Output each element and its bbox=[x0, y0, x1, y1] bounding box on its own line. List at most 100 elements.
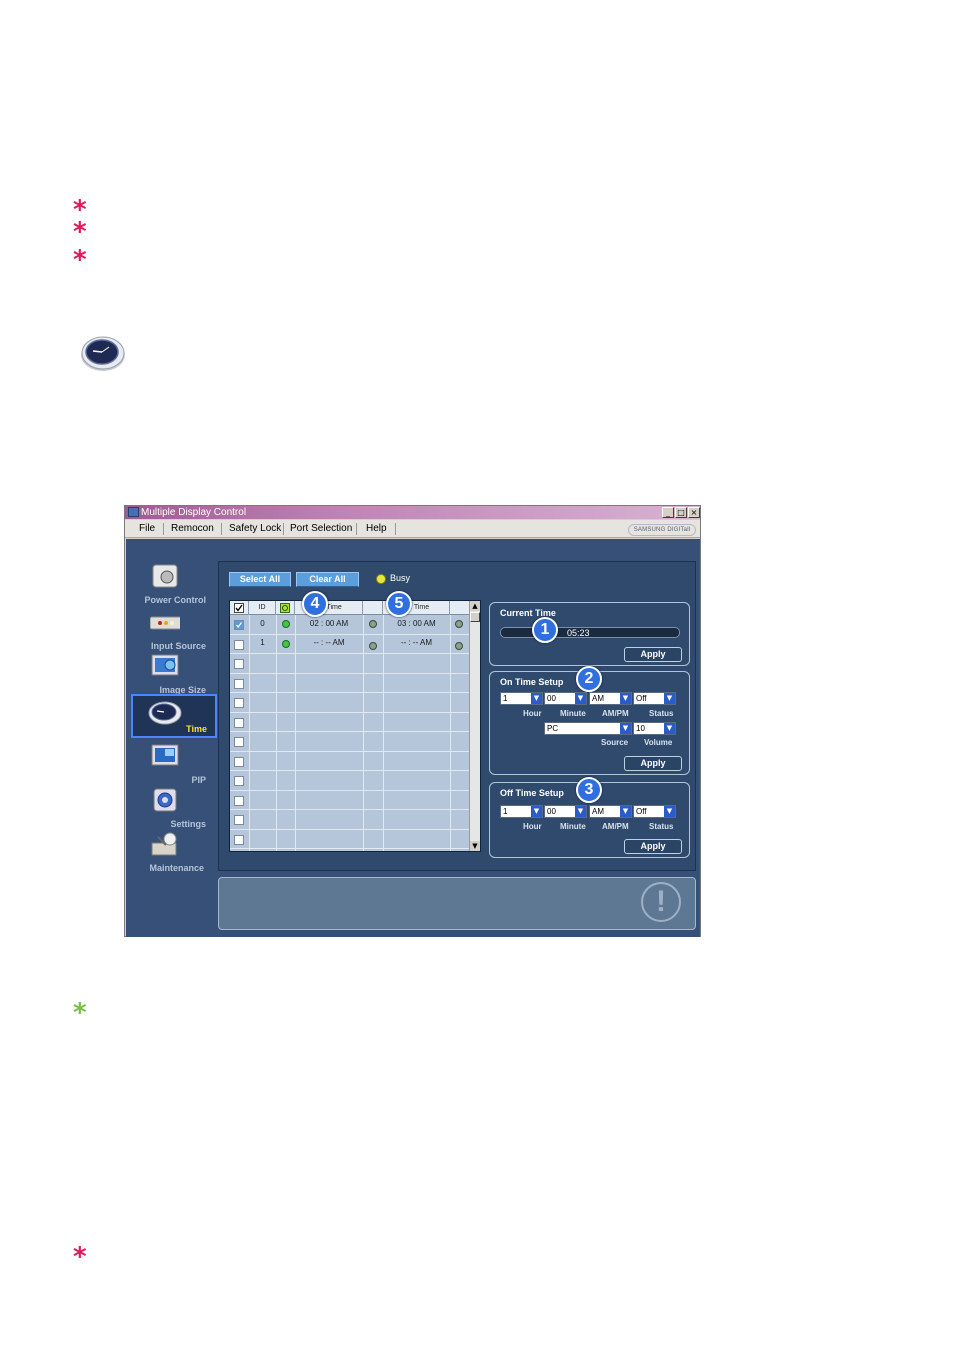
row-id: 0 bbox=[260, 619, 265, 628]
status-green-icon bbox=[282, 639, 290, 648]
sidebar-item-power-control[interactable]: Power Control bbox=[126, 563, 220, 607]
grid-scrollbar[interactable]: ▲ ▼ bbox=[469, 601, 480, 851]
table-row[interactable]: 0 02 : 00 AM 03 : 00 AM bbox=[230, 615, 470, 635]
sidebar-item-label: Maintenance bbox=[149, 863, 204, 873]
on-status-label: Status bbox=[649, 709, 674, 718]
header-on-time-flag bbox=[363, 601, 383, 615]
off-status-select[interactable]: Off ▼ bbox=[633, 805, 676, 818]
menu-remocon[interactable]: Remocon bbox=[171, 520, 214, 538]
row-checkbox[interactable] bbox=[234, 678, 244, 689]
chevron-down-icon: ▼ bbox=[664, 723, 675, 734]
image-size-icon bbox=[151, 654, 179, 676]
sidebar-item-settings[interactable]: Settings bbox=[126, 787, 220, 831]
client-area: Power Control Input Source Image Size Ti… bbox=[126, 539, 700, 937]
power-control-icon bbox=[152, 564, 178, 588]
chevron-down-icon: ▼ bbox=[664, 693, 675, 704]
on-minute-select[interactable]: 00 ▼ bbox=[544, 692, 587, 705]
close-button[interactable]: × bbox=[688, 507, 700, 518]
menu-safety-lock[interactable]: Safety Lock bbox=[229, 520, 281, 538]
display-grid: ID On Time Off Time 0 02: 00 AM 03: 00… bbox=[229, 600, 481, 852]
header-id: ID bbox=[249, 601, 276, 615]
row-checkbox[interactable] bbox=[234, 815, 244, 825]
header-status bbox=[276, 601, 295, 615]
menu-help[interactable]: Help bbox=[366, 520, 387, 538]
off-time-apply-button[interactable]: Apply bbox=[624, 839, 682, 854]
row-checkbox[interactable] bbox=[234, 717, 244, 728]
on-time-setup-title: On Time Setup bbox=[500, 677, 564, 687]
table-row[interactable] bbox=[230, 791, 470, 810]
on-hour-select[interactable]: 1 ▼ bbox=[500, 692, 543, 705]
row-checkbox[interactable] bbox=[234, 756, 244, 767]
sidebar-item-time[interactable]: Time bbox=[131, 694, 217, 738]
row-checkbox[interactable] bbox=[234, 620, 244, 630]
off-hour-label: Hour bbox=[523, 822, 542, 831]
row-checkbox[interactable] bbox=[234, 737, 244, 747]
current-time-display: 05:23 bbox=[500, 627, 680, 638]
row-checkbox[interactable] bbox=[234, 639, 244, 650]
menu-file[interactable]: File bbox=[139, 520, 155, 538]
chevron-down-icon: ▼ bbox=[575, 693, 586, 704]
sidebar-item-label: Time bbox=[186, 724, 207, 734]
row-checkbox[interactable] bbox=[234, 834, 244, 845]
on-time-apply-button[interactable]: Apply bbox=[624, 756, 682, 771]
scroll-up-icon[interactable]: ▲ bbox=[470, 601, 480, 611]
table-row[interactable] bbox=[230, 654, 470, 674]
title-bar[interactable]: Multiple Display Control _ □ × bbox=[125, 506, 700, 519]
sidebar-item-image-size[interactable]: Image Size bbox=[126, 653, 220, 697]
menu-port-selection[interactable]: Port Selection bbox=[290, 520, 352, 538]
row-checkbox[interactable] bbox=[234, 776, 244, 786]
menu-separator bbox=[163, 523, 164, 535]
header-select-all-checkbox[interactable] bbox=[230, 601, 249, 615]
input-source-icon bbox=[150, 616, 180, 630]
note-asterisk: * bbox=[73, 1242, 87, 1272]
table-row[interactable]: 1 -- : -- AM -- : -- AM bbox=[230, 635, 470, 654]
on-hour-label: Hour bbox=[523, 709, 542, 718]
clear-all-button[interactable]: Clear All bbox=[296, 572, 359, 587]
on-ampm-select[interactable]: AM ▼ bbox=[589, 692, 632, 705]
table-row[interactable] bbox=[230, 810, 470, 830]
table-row[interactable] bbox=[230, 830, 470, 849]
grid-header: ID On Time Off Time bbox=[230, 601, 470, 615]
table-row[interactable] bbox=[230, 713, 470, 732]
scroll-thumb[interactable] bbox=[470, 612, 480, 622]
table-row[interactable] bbox=[230, 771, 470, 791]
on-volume-select[interactable]: 10 ▼ bbox=[633, 722, 676, 735]
sidebar-item-maintenance[interactable]: Maintenance bbox=[126, 831, 220, 875]
menu-separator bbox=[356, 523, 357, 535]
row-id: 1 bbox=[260, 637, 265, 647]
off-time-setup-title: Off Time Setup bbox=[500, 788, 564, 798]
minimize-button[interactable]: _ bbox=[662, 507, 674, 518]
on-source-select[interactable]: PC ▼ bbox=[544, 722, 632, 735]
off-ampm-select[interactable]: AM ▼ bbox=[589, 805, 632, 818]
header-off-time-flag bbox=[450, 601, 470, 615]
checkbox-checked-icon bbox=[234, 603, 244, 613]
status-icon bbox=[280, 603, 290, 613]
table-row[interactable] bbox=[230, 693, 470, 713]
off-time-setup-group: Off Time Setup 3 1 ▼ 00 ▼ AM ▼ Off ▼ Hour Mi… bbox=[489, 777, 690, 858]
maintenance-icon bbox=[151, 832, 177, 856]
table-row[interactable] bbox=[230, 732, 470, 752]
table-row[interactable] bbox=[230, 752, 470, 771]
sidebar-item-input-source[interactable]: Input Source bbox=[126, 609, 220, 653]
samsung-logo: SAMSUNG DIGITall bbox=[628, 524, 696, 536]
checkbox-checked-icon bbox=[235, 621, 243, 629]
on-volume-label: Volume bbox=[644, 738, 673, 747]
row-checkbox[interactable] bbox=[234, 659, 244, 669]
settings-icon bbox=[153, 788, 177, 812]
sidebar-item-pip[interactable]: PIP bbox=[126, 743, 220, 787]
note-asterisk: * bbox=[73, 217, 87, 247]
table-row[interactable] bbox=[230, 674, 470, 693]
maximize-button[interactable]: □ bbox=[675, 507, 687, 518]
scroll-down-icon[interactable]: ▼ bbox=[470, 841, 480, 851]
off-minute-select[interactable]: 00 ▼ bbox=[544, 805, 587, 818]
row-checkbox[interactable] bbox=[234, 795, 244, 806]
row-checkbox[interactable] bbox=[234, 698, 244, 708]
pip-icon bbox=[151, 744, 179, 766]
off-hour-select[interactable]: 1 ▼ bbox=[500, 805, 543, 818]
on-status-select[interactable]: Off ▼ bbox=[633, 692, 676, 705]
select-all-button[interactable]: Select All bbox=[229, 572, 291, 587]
callout-badge-4: 4 bbox=[302, 591, 328, 617]
chevron-down-icon: ▼ bbox=[620, 723, 631, 734]
current-time-apply-button[interactable]: Apply bbox=[624, 647, 682, 662]
sidebar-item-label: Settings bbox=[170, 819, 206, 829]
